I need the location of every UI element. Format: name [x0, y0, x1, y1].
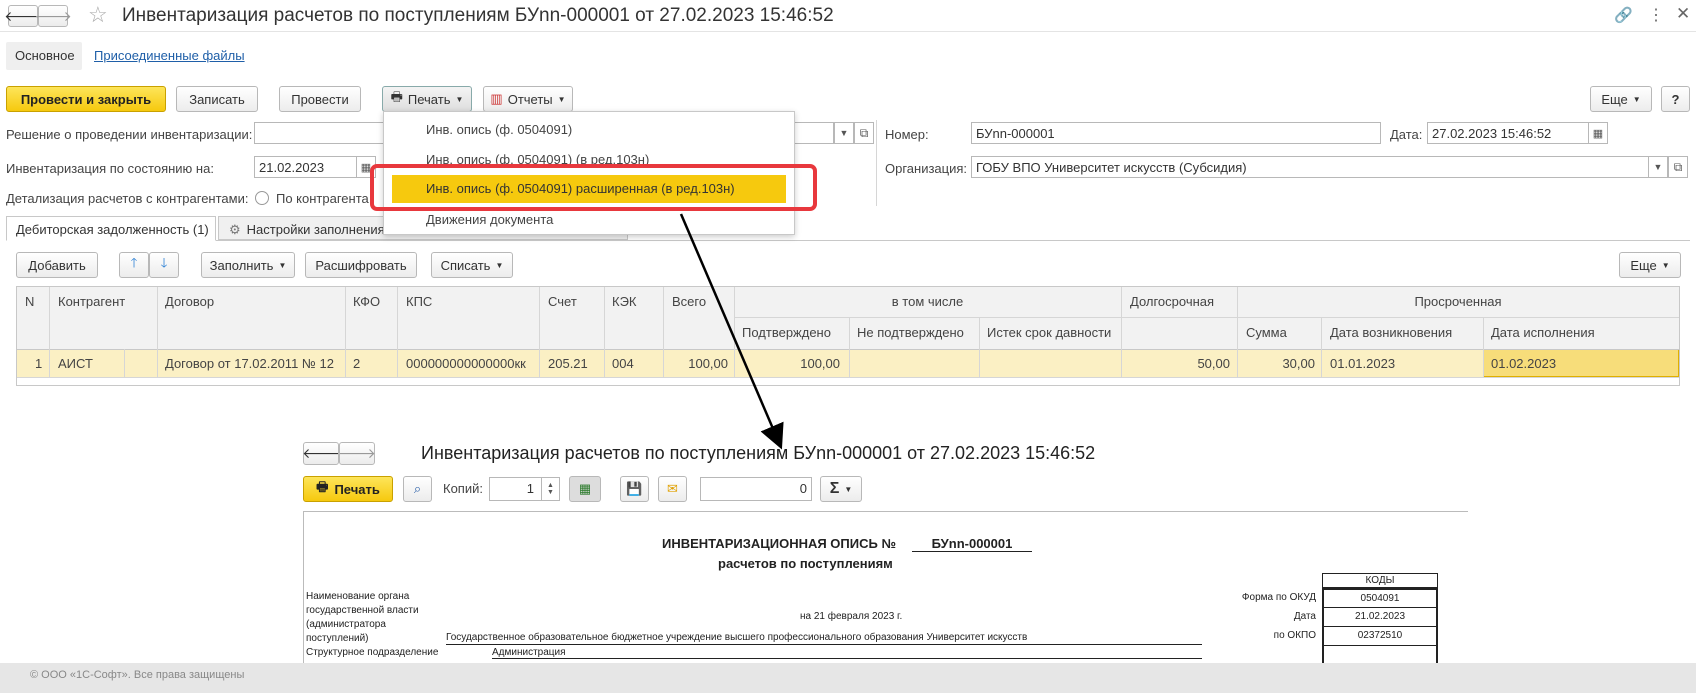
preview-find-button[interactable]: ⌕ [403, 476, 432, 502]
struct-label: Структурное подразделение [306, 647, 439, 658]
doc-subtitle: расчетов по поступлениям [718, 556, 893, 571]
okpo-value: 02372510 [1324, 628, 1436, 646]
printer-icon: 🖶 [316, 479, 329, 494]
stepper-up-icon: ▲ [547, 482, 554, 489]
doc-title: ИНВЕНТАРИЗАЦИОННАЯ ОПИСЬ № [662, 536, 896, 551]
copyright: © ООО «1С-Софт». Все права защищены [30, 669, 245, 681]
org-body-label: Наименование органа государственной влас… [306, 591, 419, 644]
sum-field[interactable]: 0 [700, 477, 812, 501]
date-code-label: Дата [1293, 611, 1316, 622]
preview-icon: ⌕ [413, 481, 422, 496]
copies-stepper[interactable]: ▲ ▼ [541, 477, 560, 501]
copies-field[interactable]: 1 [489, 477, 543, 501]
doc-number: БУnn-000001 [912, 536, 1032, 552]
preview-back-button[interactable]: 🡐 [302, 442, 340, 465]
preview-forward-button[interactable]: 🡒 [338, 442, 376, 465]
envelope-icon: ✉ [667, 481, 678, 496]
arrow-right-icon: 🡒 [338, 445, 376, 461]
okpo-label: по ОКПО [1273, 630, 1316, 641]
on-date: на 21 февраля 2023 г. [800, 611, 903, 622]
okud-label: Форма по ОКУД [1241, 592, 1316, 603]
edit-table-icon: ▦ [578, 481, 592, 496]
org-full: Государственное образовательное бюджетно… [446, 632, 1202, 645]
sigma-button[interactable]: Σ ▼ [820, 476, 862, 502]
stepper-down-icon: ▼ [547, 489, 554, 496]
arrow-left-icon: 🡐 [302, 445, 340, 461]
save-icon: 💾 [626, 481, 643, 496]
footer-bar [0, 663, 1696, 693]
codes-header: КОДЫ [1322, 573, 1438, 588]
copies-label: Копий: [443, 481, 483, 496]
preview-title: Инвентаризация расчетов по поступлениям … [421, 443, 1096, 463]
okud-value: 0504091 [1324, 591, 1436, 608]
preview-print-button[interactable]: 🖶 Печать [303, 476, 393, 502]
struct-value: Администрация [492, 647, 1202, 659]
date-code-value: 21.02.2023 [1324, 609, 1436, 627]
edit-mode-button[interactable]: ▦ [569, 476, 601, 502]
save-file-button[interactable]: 💾 [620, 476, 649, 502]
chevron-down-icon: ▼ [844, 484, 853, 494]
email-button[interactable]: ✉ [658, 476, 687, 502]
